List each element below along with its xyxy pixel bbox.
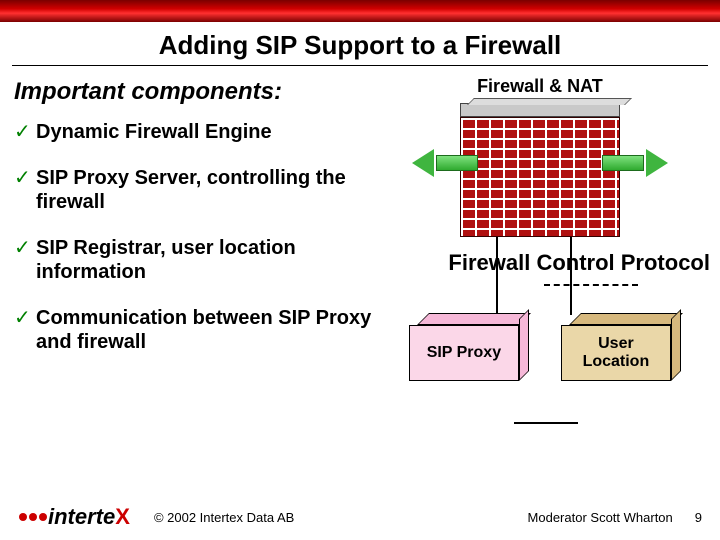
- bullet-text: Communication between SIP Proxy and fire…: [36, 306, 374, 354]
- firewall-label: Firewall & NAT: [374, 76, 706, 97]
- arrow-left-icon: [414, 149, 478, 177]
- dot-icon: [29, 513, 37, 521]
- firewall-graphic: [460, 103, 620, 237]
- bullet-item: ✓ SIP Proxy Server, controlling the fire…: [14, 166, 374, 214]
- header-accent-bar: [0, 0, 720, 22]
- check-icon: ✓: [14, 236, 36, 284]
- dot-icon: [19, 513, 27, 521]
- connector-line: [570, 237, 572, 315]
- brand-text: X: [115, 504, 130, 530]
- copyright: © 2002 Intertex Data AB: [154, 510, 294, 525]
- arrow-right-icon: [602, 149, 666, 177]
- brand-logo: interteX: [18, 504, 130, 530]
- check-icon: ✓: [14, 166, 36, 214]
- page-number: 9: [695, 510, 702, 525]
- section-heading: Important components:: [14, 78, 374, 106]
- connector-line: [496, 237, 498, 315]
- bullet-item: ✓ SIP Registrar, user location informati…: [14, 236, 374, 284]
- bullet-text: Dynamic Firewall Engine: [36, 120, 272, 144]
- diagram: Firewall & NAT Firewall Control Protocol…: [374, 74, 706, 381]
- user-location-box: User Location: [561, 313, 671, 381]
- brand-text: te: [96, 504, 116, 530]
- bullet-item: ✓ Dynamic Firewall Engine: [14, 120, 374, 144]
- bullet-text: SIP Proxy Server, controlling the firewa…: [36, 166, 374, 214]
- bullet-text: SIP Registrar, user location information: [36, 236, 374, 284]
- bullet-item: ✓ Communication between SIP Proxy and fi…: [14, 306, 374, 354]
- user-location-label: User Location: [561, 325, 671, 381]
- title-rule: [12, 65, 708, 66]
- check-icon: ✓: [14, 120, 36, 144]
- footer: interteX © 2002 Intertex Data AB Moderat…: [0, 504, 720, 530]
- slide-title: Adding SIP Support to a Firewall: [0, 22, 720, 65]
- moderator: Moderator Scott Wharton: [528, 510, 673, 525]
- sip-proxy-box: SIP Proxy: [409, 313, 519, 381]
- connector-line: [514, 422, 578, 424]
- check-icon: ✓: [14, 306, 36, 354]
- sip-proxy-label: SIP Proxy: [409, 325, 519, 381]
- brand-text: inter: [48, 504, 96, 530]
- dot-icon: [39, 513, 47, 521]
